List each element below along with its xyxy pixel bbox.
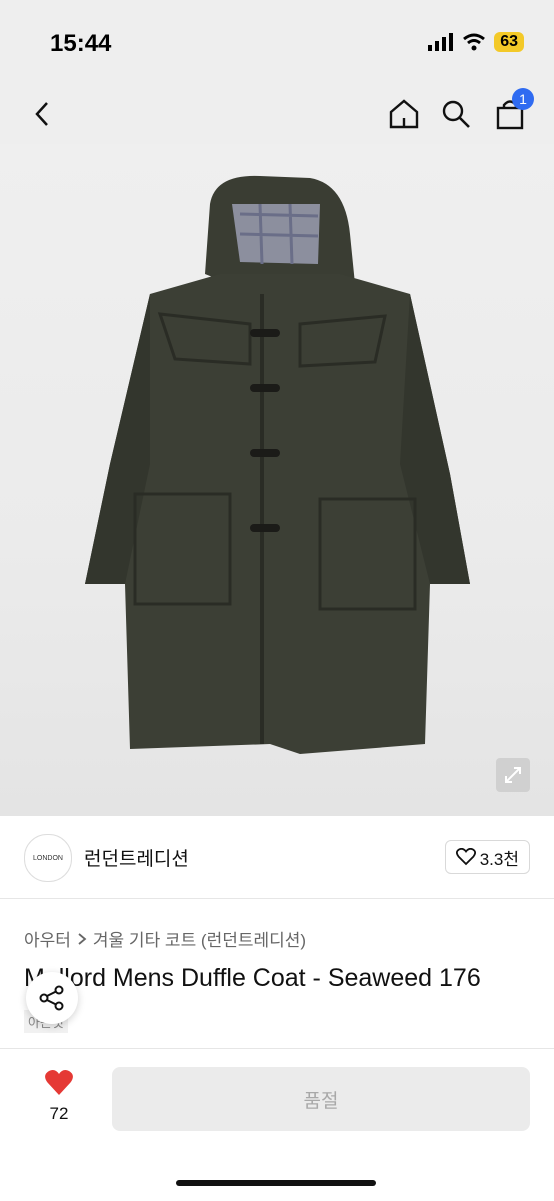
soldout-label: 품절	[303, 1090, 339, 1112]
clock: 15:44	[50, 30, 112, 57]
battery-indicator: 63	[494, 32, 524, 52]
like-button[interactable]: 72	[34, 1069, 84, 1124]
brand-like-button[interactable]: 3.3천	[444, 840, 530, 874]
brand-logo-text: LONDON	[33, 854, 63, 862]
wifi-icon	[463, 33, 486, 51]
home-button[interactable]	[384, 94, 424, 134]
status-bar: 15:44 63	[0, 0, 554, 84]
home-indicator	[176, 1180, 376, 1186]
brand-logo[interactable]: LONDON	[24, 834, 72, 882]
bottom-action-bar: 72 품절	[0, 1048, 554, 1201]
status-icons: 63	[428, 32, 524, 52]
heart-icon	[45, 1070, 73, 1095]
like-count: 72	[49, 1104, 69, 1123]
soldout-button[interactable]: 품절	[112, 1067, 530, 1131]
breadcrumb: 아우터 겨울 기타 코트 (런던트레디션)	[24, 926, 306, 951]
back-icon	[35, 102, 48, 126]
coat-image	[85, 175, 470, 754]
expand-image-button[interactable]	[496, 758, 530, 792]
top-nav: 1	[0, 84, 554, 144]
signal-icon	[428, 33, 454, 51]
share-button[interactable]	[26, 972, 78, 1024]
expand-icon	[505, 767, 521, 783]
product-title: Mallord Mens Duffle Coat - Seaweed 176	[24, 964, 481, 992]
search-icon	[442, 100, 470, 128]
product-image[interactable]	[0, 144, 554, 816]
home-icon	[389, 99, 419, 129]
breadcrumb-category[interactable]: 아우터	[24, 926, 71, 951]
search-button[interactable]	[436, 94, 476, 134]
cart-button[interactable]: 1	[490, 88, 534, 134]
heart-outline-icon	[455, 848, 476, 866]
back-button[interactable]	[22, 94, 62, 134]
brand-like-count: 3.3천	[479, 849, 519, 869]
cart-count-badge: 1	[512, 88, 534, 110]
breadcrumb-subcategory[interactable]: 겨울 기타 코트 (런던트레디션)	[93, 926, 306, 951]
chevron-right-icon	[78, 932, 87, 945]
share-icon	[39, 985, 64, 1011]
brand-name[interactable]: 런던트레디션	[84, 844, 189, 871]
brand-row: LONDON 런던트레디션 3.3천	[0, 816, 554, 899]
